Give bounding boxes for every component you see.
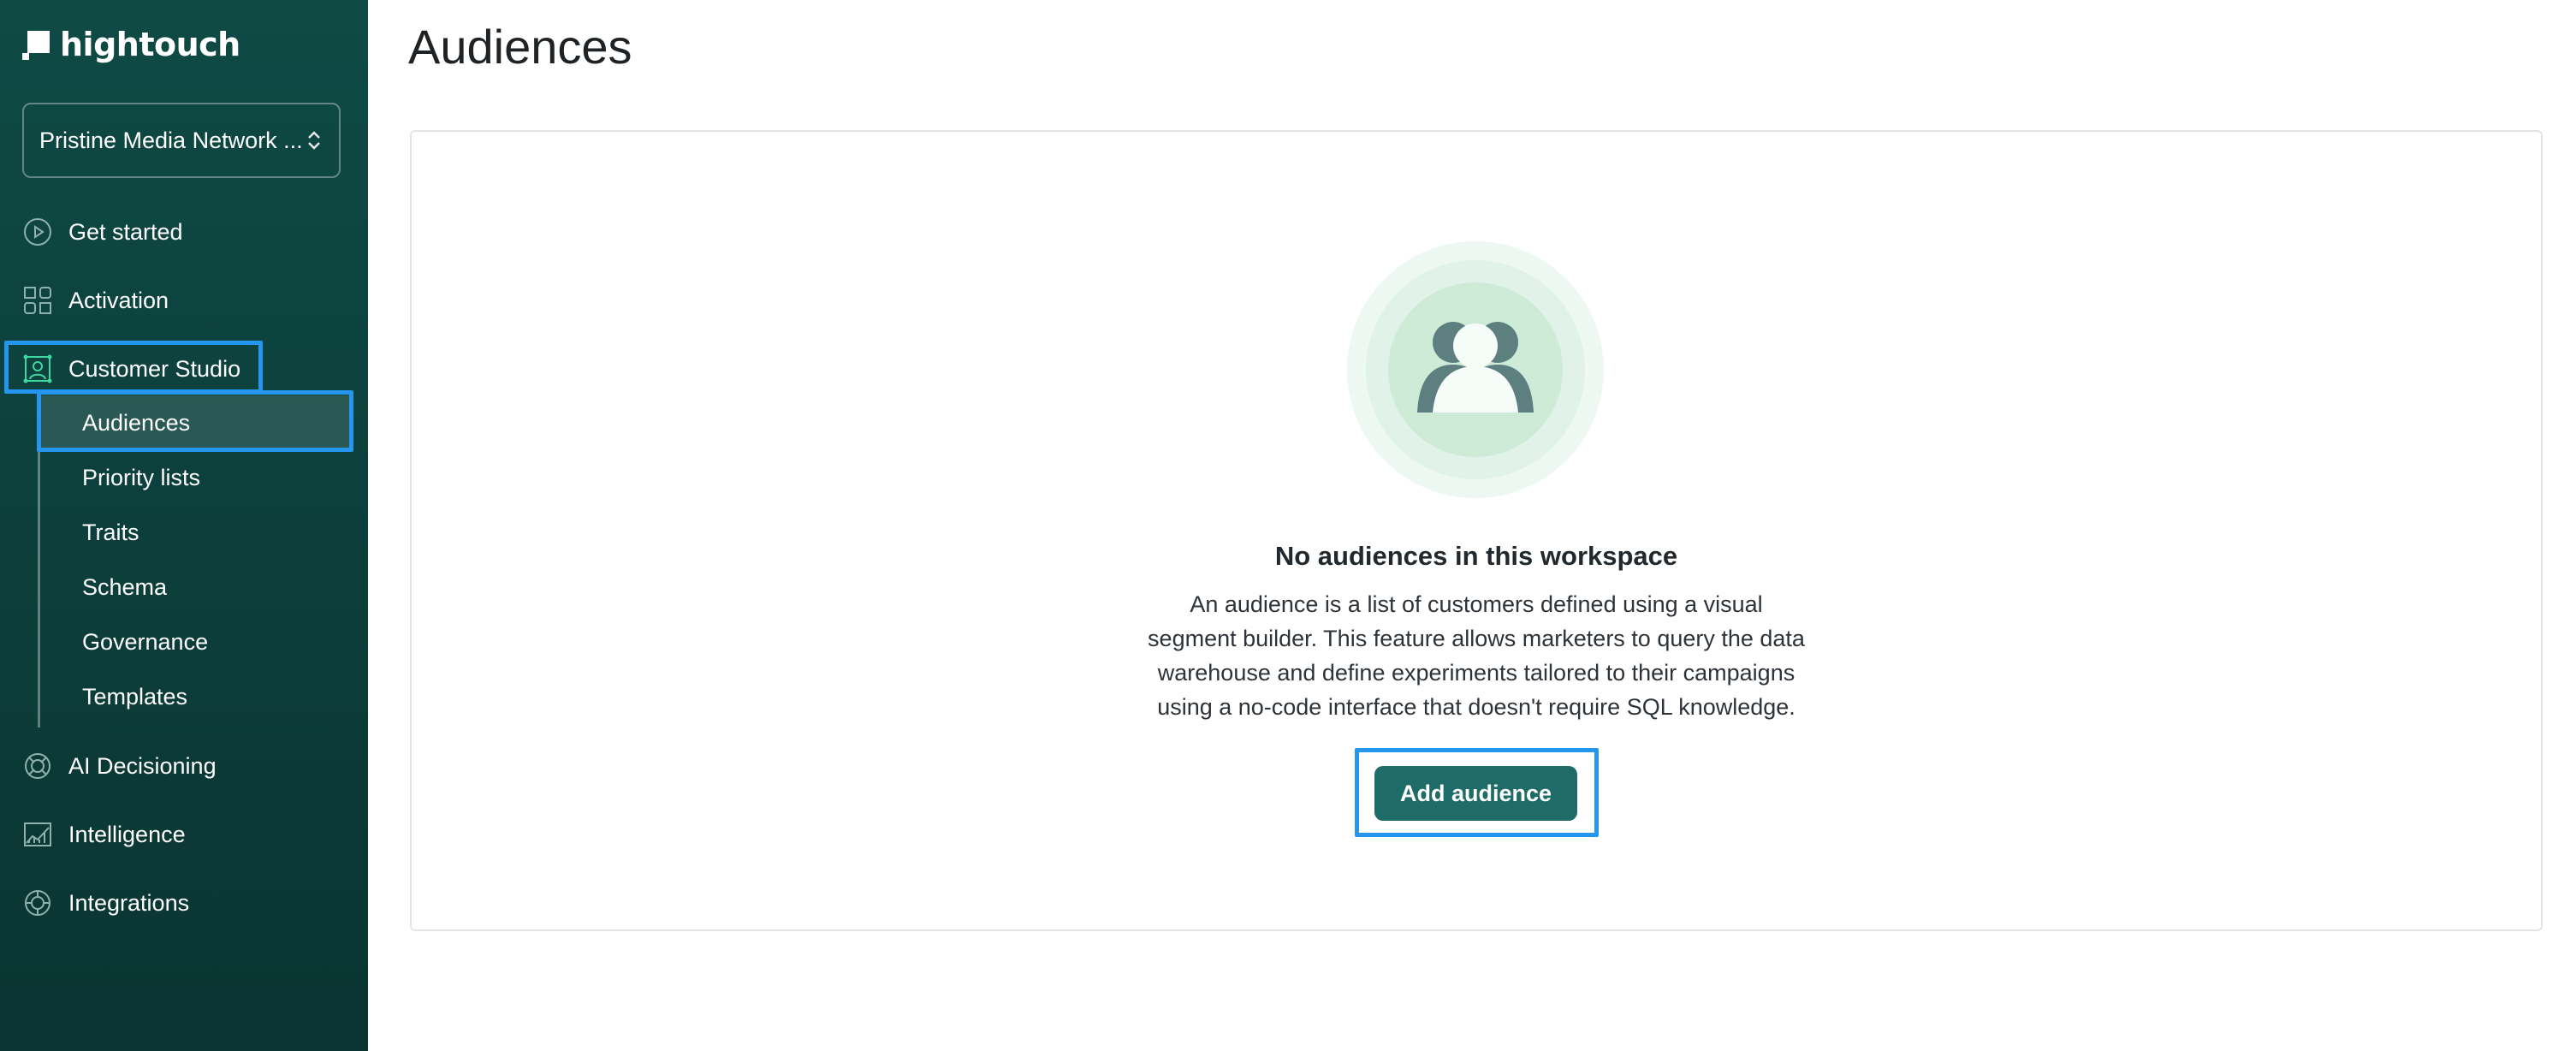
subnav-line	[38, 402, 40, 727]
subnav-label: Traits	[82, 519, 139, 545]
description-line: segment builder. This feature allows mar…	[1148, 626, 1805, 651]
nav-label: Integrations	[68, 889, 190, 916]
play-circle-icon	[22, 217, 53, 247]
chart-icon	[22, 819, 53, 850]
subnav-item-priority-lists[interactable]: Priority lists	[82, 457, 200, 498]
integrations-icon	[22, 888, 53, 918]
subnav-label: Schema	[82, 573, 168, 600]
ai-icon	[22, 751, 53, 781]
nav-item-intelligence[interactable]: Intelligence	[22, 814, 186, 855]
subnav-label: Audiences	[82, 409, 191, 436]
add-audience-button[interactable]: Add audience	[1374, 766, 1577, 821]
brand-name: hightouch	[60, 26, 240, 63]
workspace-label: Pristine Media Network ...	[39, 127, 303, 153]
nav-item-ai-decisioning[interactable]: AI Decisioning	[22, 745, 217, 787]
nav-item-get-started[interactable]: Get started	[22, 211, 183, 252]
nav-item-activation[interactable]: Activation	[22, 280, 169, 321]
nav-label: Get started	[68, 218, 183, 245]
description-line: warehouse and define experiments tailore…	[1157, 660, 1795, 686]
subnav-item-governance[interactable]: Governance	[82, 621, 208, 662]
audience-people-icon	[1347, 241, 1604, 498]
nav-item-customer-studio[interactable]: Customer Studio	[22, 348, 240, 389]
chevron-up-down-icon	[306, 129, 322, 151]
logo-mark-icon	[22, 31, 50, 60]
sidebar: hightouch Pristine Media Network ... Get…	[0, 0, 368, 1051]
description-line: using a no-code interface that doesn't r…	[1157, 694, 1795, 720]
nav-label: Customer Studio	[68, 355, 241, 382]
nav-label: Intelligence	[68, 821, 186, 847]
subnav-item-traits[interactable]: Traits	[82, 512, 139, 553]
subnav-label: Priority lists	[82, 464, 201, 490]
subnav-label: Governance	[82, 628, 209, 655]
description-line: An audience is a list of customers defin…	[1190, 591, 1763, 617]
empty-state-title: No audiences in this workspace	[1274, 541, 1678, 571]
workspace-selector[interactable]: Pristine Media Network ...	[22, 103, 341, 178]
subnav-item-templates[interactable]: Templates	[82, 676, 187, 717]
user-frame-icon	[22, 353, 53, 384]
nav-label: Activation	[68, 287, 169, 313]
subnav-label: Templates	[82, 683, 188, 710]
grid-icon	[22, 285, 53, 316]
subnav-item-schema[interactable]: Schema	[82, 567, 167, 608]
nav-label: AI Decisioning	[68, 752, 217, 779]
page-title: Audiences	[408, 20, 632, 74]
hightouch-logo[interactable]: hightouch	[22, 26, 240, 63]
empty-state-description: An audience is a list of customers defin…	[1113, 587, 1840, 724]
subnav-item-audiences[interactable]: Audiences	[82, 402, 190, 443]
nav-item-integrations[interactable]: Integrations	[22, 882, 189, 923]
